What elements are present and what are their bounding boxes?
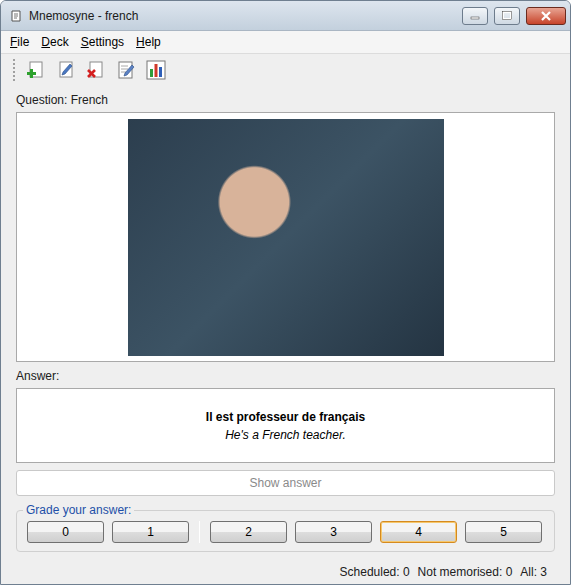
menu-bar: FileDeckSettingsHelp (1, 31, 570, 54)
maximize-icon (502, 11, 512, 20)
statistics-button[interactable] (144, 58, 168, 82)
menu-item[interactable]: Deck (36, 31, 73, 53)
edit-deck-icon (116, 60, 136, 80)
add-card-button[interactable] (24, 58, 48, 82)
toolbar-grip (13, 59, 16, 81)
edit-deck-button[interactable] (114, 58, 138, 82)
question-box (16, 112, 555, 362)
grade-group: Grade your answer: 012345 (16, 510, 555, 552)
edit-card-button[interactable] (54, 58, 78, 82)
app-window: Mnemosyne - french FileDeckSettingsHelp … (0, 0, 571, 585)
grade-label: Grade your answer: (23, 503, 134, 517)
grade-button[interactable]: 5 (465, 521, 542, 543)
minimize-icon (470, 12, 480, 20)
question-photo (128, 119, 444, 356)
status-item: Scheduled: 0 (340, 563, 410, 581)
answer-text: Il est professeur de français (206, 408, 365, 426)
grade-button[interactable]: 2 (210, 521, 287, 543)
status-bar: Scheduled: 0 Not memorised: 0 All: 3 (16, 552, 555, 584)
menu-item[interactable]: File (5, 31, 34, 53)
app-icon (9, 9, 23, 23)
statistics-icon (146, 60, 166, 80)
status-item: All: 3 (520, 563, 547, 581)
show-answer-button[interactable]: Show answer (16, 470, 555, 496)
grade-button[interactable]: 3 (295, 521, 372, 543)
answer-translation: He's a French teacher. (225, 426, 346, 444)
menu-item[interactable]: Help (131, 31, 166, 53)
answer-label: Answer: (16, 368, 555, 384)
close-button[interactable] (526, 7, 566, 25)
toolbar (1, 54, 570, 86)
window-title: Mnemosyne - french (29, 7, 456, 25)
delete-card-icon (86, 60, 106, 80)
add-card-icon (26, 60, 46, 80)
menu-item[interactable]: Settings (76, 31, 129, 53)
grade-button[interactable]: 1 (112, 521, 189, 543)
close-icon (540, 11, 552, 21)
maximize-button[interactable] (494, 7, 520, 25)
answer-box: Il est professeur de français He's a Fre… (16, 388, 555, 463)
grade-separator (199, 521, 200, 543)
status-item: Not memorised: 0 (418, 563, 513, 581)
minimize-button[interactable] (462, 7, 488, 25)
question-label: Question: French (16, 92, 555, 108)
title-bar: Mnemosyne - french (1, 1, 570, 31)
main-area: Question: French Answer: Il est professe… (1, 86, 570, 584)
grade-button[interactable]: 0 (27, 521, 104, 543)
edit-card-icon (56, 60, 76, 80)
delete-card-button[interactable] (84, 58, 108, 82)
grade-buttons: 012345 (27, 517, 544, 543)
grade-button[interactable]: 4 (380, 521, 457, 543)
